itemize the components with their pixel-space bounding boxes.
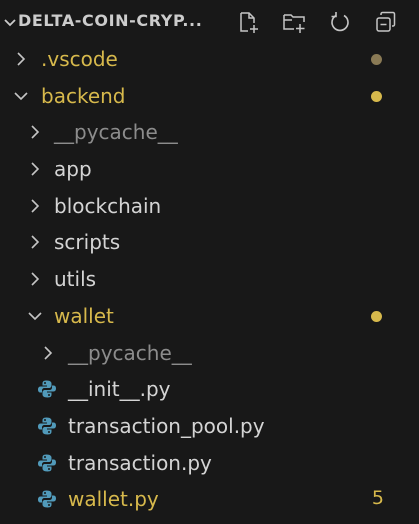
tree-folder-row[interactable]: app [0, 151, 419, 188]
file-name: __init__.py [68, 377, 171, 402]
collapse-all-icon [376, 11, 396, 32]
tree-folder-row[interactable]: __pycache__ [0, 335, 419, 372]
chevron-right-icon[interactable] [27, 271, 43, 287]
chevron-right-icon[interactable] [27, 124, 43, 140]
modified-dot-icon [371, 54, 382, 65]
chevron-right-icon[interactable] [27, 161, 43, 177]
python-icon [37, 416, 57, 436]
tree-folder-row[interactable]: backend [0, 78, 419, 115]
tree-file-row[interactable]: transaction.py [0, 445, 419, 482]
folder-name: __pycache__ [68, 340, 192, 365]
chevron-down-icon[interactable] [13, 88, 29, 104]
explorer-panel: DELTA-COIN-CRYP... .vscode backend __pyc… [0, 0, 419, 524]
python-icon [37, 453, 57, 473]
chevron-right-icon[interactable] [27, 198, 43, 214]
file-tree: .vscode backend __pycache__ app blockchain sc… [0, 41, 419, 518]
file-name: transaction.py [68, 450, 212, 475]
tree-folder-row[interactable]: __pycache__ [0, 114, 419, 151]
explorer-title: DELTA-COIN-CRYP... [18, 11, 203, 30]
folder-name: app [54, 157, 92, 182]
folder-name: __pycache__ [54, 120, 178, 145]
chevron-down-icon[interactable] [27, 308, 43, 324]
folder-name: utils [54, 267, 97, 292]
tree-file-row[interactable]: wallet.py 5 [0, 481, 419, 518]
new-folder-icon [283, 14, 305, 33]
folder-name: blockchain [54, 193, 162, 218]
folder-name: .vscode [41, 47, 118, 71]
folder-name: scripts [54, 230, 121, 255]
modified-dot-icon [371, 310, 382, 322]
folder-name: wallet [54, 303, 114, 328]
chevron-right-icon[interactable] [13, 51, 29, 67]
python-icon [37, 379, 57, 399]
collapse-all-button[interactable] [373, 9, 399, 35]
tree-folder-row[interactable]: wallet [0, 298, 419, 335]
python-icon [37, 489, 57, 509]
problems-count-badge: 5 [371, 487, 384, 510]
refresh-icon [331, 12, 349, 32]
tree-folder-row[interactable]: .vscode [0, 41, 419, 78]
tree-folder-row[interactable]: scripts [0, 224, 419, 261]
chevron-down-icon[interactable] [2, 12, 18, 32]
new-folder-button[interactable] [281, 9, 307, 35]
chevron-right-icon[interactable] [27, 234, 43, 250]
explorer-header[interactable]: DELTA-COIN-CRYP... [0, 0, 419, 44]
tree-file-row[interactable]: transaction_pool.py [0, 408, 419, 445]
tree-folder-row[interactable]: utils [0, 261, 419, 298]
file-name: wallet.py [68, 487, 159, 512]
folder-name: backend [41, 83, 126, 108]
modified-dot-icon [371, 90, 382, 102]
chevron-right-icon[interactable] [40, 345, 56, 361]
tree-file-row[interactable]: __init__.py [0, 371, 419, 408]
file-name: transaction_pool.py [68, 413, 265, 438]
tree-folder-row[interactable]: blockchain [0, 188, 419, 225]
new-file-icon [240, 12, 258, 33]
refresh-button[interactable] [327, 9, 353, 35]
new-file-button[interactable] [235, 9, 261, 35]
